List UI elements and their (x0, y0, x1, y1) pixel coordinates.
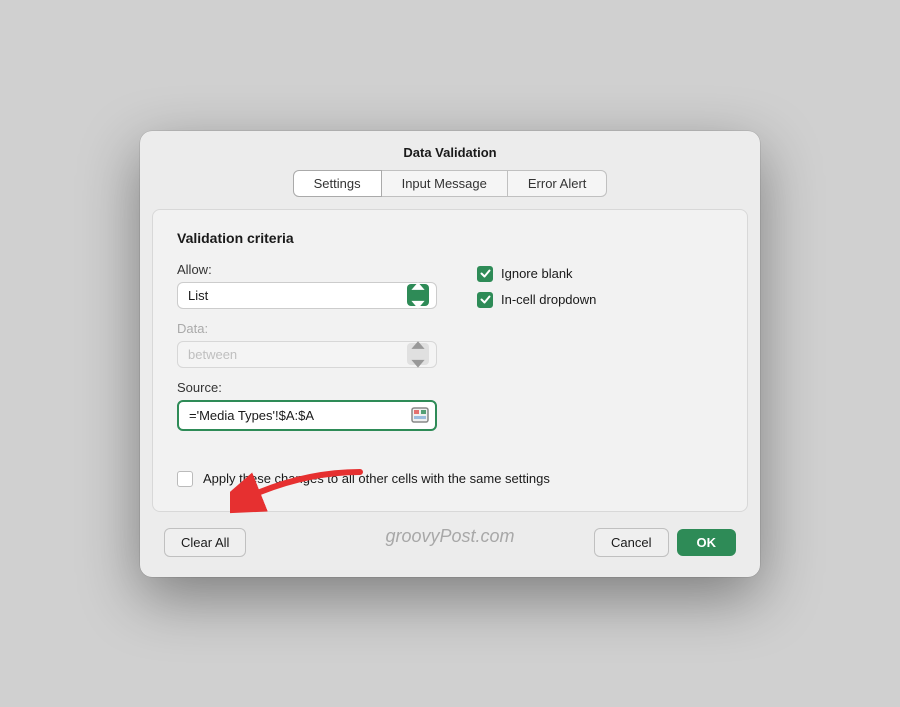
source-cell-select-icon[interactable] (409, 404, 431, 426)
apply-changes-label: Apply these changes to all other cells w… (203, 471, 550, 486)
dialog-footer: Clear All Cancel OK (140, 512, 760, 557)
clear-all-button[interactable]: Clear All (164, 528, 246, 557)
tab-bar: Settings Input Message Error Alert (140, 170, 760, 197)
allow-select[interactable]: List (177, 282, 437, 309)
allow-label: Allow: (177, 262, 437, 277)
source-label: Source: (177, 380, 437, 395)
apply-changes-row: Apply these changes to all other cells w… (177, 471, 723, 487)
source-input-wrapper (177, 400, 437, 431)
in-cell-dropdown-row: In-cell dropdown (477, 292, 723, 308)
dialog-title: Data Validation (140, 131, 760, 170)
section-title: Validation criteria (177, 230, 723, 246)
data-validation-dialog: Data Validation Settings Input Message E… (140, 131, 760, 577)
dialog-body: Validation criteria Allow: List (152, 209, 748, 512)
data-select[interactable]: between (177, 341, 437, 368)
checkboxes-col: Ignore blank In-cell dropdown (477, 262, 723, 318)
allow-select-wrapper: List (177, 282, 437, 309)
tab-error-alert[interactable]: Error Alert (508, 170, 608, 197)
ignore-blank-row: Ignore blank (477, 266, 723, 282)
cancel-button[interactable]: Cancel (594, 528, 668, 557)
data-row: Data: between (177, 321, 437, 368)
data-select-wrapper: between (177, 341, 437, 368)
ignore-blank-label: Ignore blank (501, 266, 573, 281)
allow-row: Allow: List (177, 262, 437, 309)
tab-input-message[interactable]: Input Message (382, 170, 508, 197)
tab-settings[interactable]: Settings (293, 170, 382, 197)
ok-button[interactable]: OK (677, 529, 737, 556)
apply-changes-checkbox[interactable] (177, 471, 193, 487)
source-row: Source: (177, 380, 437, 431)
ignore-blank-checkbox[interactable] (477, 266, 493, 282)
footer-right-buttons: Cancel OK (594, 528, 736, 557)
data-label: Data: (177, 321, 437, 336)
in-cell-dropdown-checkbox[interactable] (477, 292, 493, 308)
source-input[interactable] (177, 400, 437, 431)
in-cell-dropdown-label: In-cell dropdown (501, 292, 596, 307)
